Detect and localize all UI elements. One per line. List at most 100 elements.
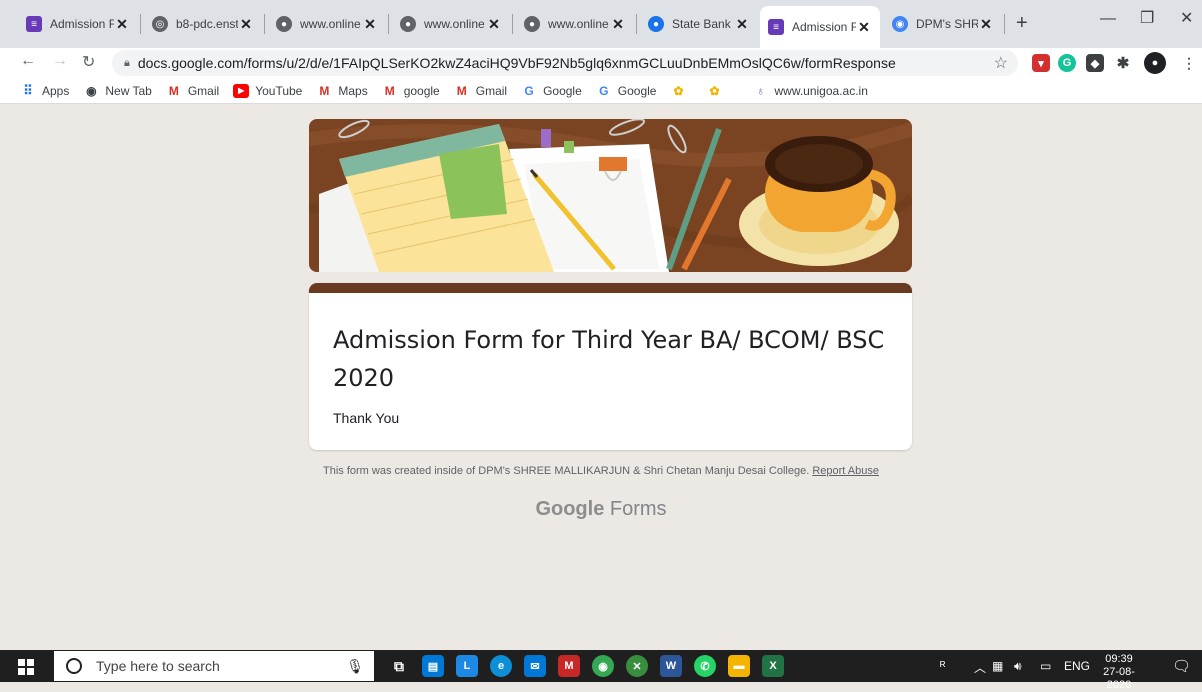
tab-separator: [264, 14, 265, 34]
store-icon[interactable]: ▤: [422, 655, 444, 677]
chrome-icon[interactable]: ◉: [592, 655, 614, 677]
window-close-icon[interactable]: ✕: [1180, 8, 1193, 28]
tray-overflow-chevron-icon[interactable]: ︿: [974, 659, 986, 676]
pocket-icon[interactable]: ▾: [1032, 54, 1050, 72]
close-icon[interactable]: ✕: [114, 16, 130, 33]
tab-separator: [512, 14, 513, 34]
tab-online-1[interactable]: ● www.online ✕: [268, 6, 386, 42]
tab-state-bank[interactable]: ● State Bank C ✕: [640, 6, 758, 42]
language-indicator[interactable]: ENG: [1064, 659, 1090, 673]
bookmark-unigoa[interactable]: ♁ www.unigoa.ac.in: [752, 83, 868, 98]
word-icon[interactable]: W: [660, 655, 682, 677]
tab-online-3[interactable]: ● www.online ✕: [516, 6, 634, 42]
bookmark-google-mail[interactable]: M google: [382, 84, 440, 98]
bookmark-icon: ✿: [673, 83, 684, 98]
launcher-l-icon[interactable]: L: [456, 655, 478, 677]
page-content: Admission Form for Third Year BA/ BCOM/ …: [0, 104, 1202, 650]
lock-icon: 🔒︎: [124, 56, 130, 69]
bookmark-label: Gmail: [475, 83, 508, 98]
tab-b8-pdc[interactable]: ◎ b8-pdc.enste ✕: [144, 6, 262, 42]
minimize-icon[interactable]: —: [1100, 10, 1116, 28]
tab-title: Admission F: [792, 20, 856, 34]
tab-title: b8-pdc.enste: [176, 17, 238, 31]
tray-app-icon[interactable]: ▦: [992, 659, 1003, 673]
taskbar-search-box[interactable]: Type here to search 🎙︎: [54, 651, 374, 681]
excel-icon[interactable]: X: [762, 655, 784, 677]
system-clock[interactable]: 09:39 27-08-2020: [1092, 653, 1146, 692]
google-g-icon: G: [524, 83, 534, 98]
tab-title: www.online: [300, 17, 361, 31]
form-title: Admission Form for Third Year BA/ BCOM/ …: [333, 326, 885, 392]
whatsapp-icon[interactable]: ✆: [694, 655, 716, 677]
tab-admission-active[interactable]: ≡ Admission F ✕: [760, 6, 880, 48]
report-abuse-link[interactable]: Report Abuse: [812, 465, 879, 477]
extension-shield-icon[interactable]: ◆: [1086, 54, 1104, 72]
gmail-icon: M: [168, 83, 179, 98]
bookmarks-bar: ⠿ Apps ◉ New Tab M Gmail ▶ YouTube M Map…: [0, 78, 1202, 104]
site-icon: ●: [524, 16, 540, 32]
bookmark-youtube[interactable]: ▶ YouTube: [233, 83, 303, 98]
close-icon[interactable]: ✕: [486, 16, 502, 33]
close-icon[interactable]: ✕: [856, 19, 872, 36]
bookmark-new-tab[interactable]: ◉ New Tab: [83, 83, 152, 98]
microphone-icon[interactable]: 🎙︎: [346, 658, 364, 675]
bookmark-google-1[interactable]: G Google: [521, 83, 582, 98]
bookmark-icon: ✿: [709, 83, 720, 98]
bookmark-apps[interactable]: ⠿ Apps: [20, 83, 69, 98]
maximize-icon[interactable]: ❐: [1140, 8, 1154, 28]
menu-kebab-icon[interactable]: ⋮: [1180, 54, 1198, 72]
bookmark-yellow-2[interactable]: ✿: [706, 84, 728, 98]
bookmark-gmail-2[interactable]: M Gmail: [454, 84, 507, 98]
site-icon: ●: [400, 16, 416, 32]
task-view-icon[interactable]: ⧉: [388, 655, 410, 677]
reload-icon[interactable]: ↻: [82, 52, 95, 72]
bookmark-label: www.unigoa.ac.in: [774, 83, 868, 98]
logo-google-text: Google: [535, 498, 605, 520]
close-icon[interactable]: ✕: [610, 16, 626, 33]
grammarly-icon[interactable]: G: [1058, 54, 1076, 72]
new-tab-button[interactable]: +: [1016, 12, 1028, 35]
site-icon: ●: [276, 16, 292, 32]
back-arrow-icon[interactable]: ←: [20, 52, 36, 70]
speaker-icon[interactable]: 🔊︎: [1014, 659, 1022, 674]
mcafee-icon[interactable]: M: [558, 655, 580, 677]
tab-title: State Bank C: [672, 17, 734, 31]
profile-avatar[interactable]: ●: [1144, 52, 1166, 74]
bookmark-label: YouTube: [255, 83, 303, 98]
bookmark-label: Google: [543, 83, 582, 98]
sbi-icon: ●: [648, 16, 664, 32]
bookmark-yellow-1[interactable]: ✿: [670, 84, 692, 98]
forward-arrow-icon[interactable]: →: [52, 52, 68, 70]
youtube-icon: ▶: [233, 83, 250, 98]
xbox-icon[interactable]: ✕: [626, 655, 648, 677]
forms-icon: ≡: [26, 16, 42, 32]
bookmark-maps[interactable]: M Maps: [316, 84, 367, 98]
windows-start-icon[interactable]: [18, 659, 34, 675]
close-icon[interactable]: ✕: [978, 16, 994, 33]
close-icon[interactable]: ✕: [238, 16, 254, 33]
people-icon[interactable]: ᴿ: [940, 659, 945, 673]
close-icon[interactable]: ✕: [734, 16, 750, 33]
bookmark-star-icon[interactable]: ☆: [994, 53, 1008, 73]
tab-separator: [140, 14, 141, 34]
notifications-icon[interactable]: 🗨︎: [1172, 657, 1191, 675]
bookmark-label: New Tab: [105, 83, 152, 98]
footer-text: This form was created inside of DPM's SH…: [322, 465, 810, 477]
puzzle-extensions-icon[interactable]: ✱: [1114, 54, 1132, 72]
network-icon[interactable]: ▭: [1040, 659, 1051, 673]
bookmark-google-2[interactable]: G Google: [596, 84, 656, 98]
search-placeholder: Type here to search: [96, 658, 220, 674]
tab-online-2[interactable]: ● www.online ✕: [392, 6, 510, 42]
tab-separator: [388, 14, 389, 34]
gmail-icon: M: [384, 83, 395, 98]
mail-icon[interactable]: ✉: [524, 655, 546, 677]
close-icon[interactable]: ✕: [362, 16, 378, 33]
google-forms-logo[interactable]: Google Forms: [0, 498, 1202, 521]
edge-icon[interactable]: e: [490, 655, 512, 677]
tab-title: Admission F: [50, 17, 114, 31]
tab-dpm-college[interactable]: ◉ DPM's SHRE ✕: [884, 6, 1002, 42]
tab-admission-1[interactable]: ≡ Admission F ✕: [18, 6, 138, 42]
file-explorer-icon[interactable]: ▬: [728, 655, 750, 677]
address-bar[interactable]: 🔒︎ docs.google.com/forms/u/2/d/e/1FAIpQL…: [112, 50, 1018, 76]
bookmark-gmail[interactable]: M Gmail: [166, 84, 219, 98]
